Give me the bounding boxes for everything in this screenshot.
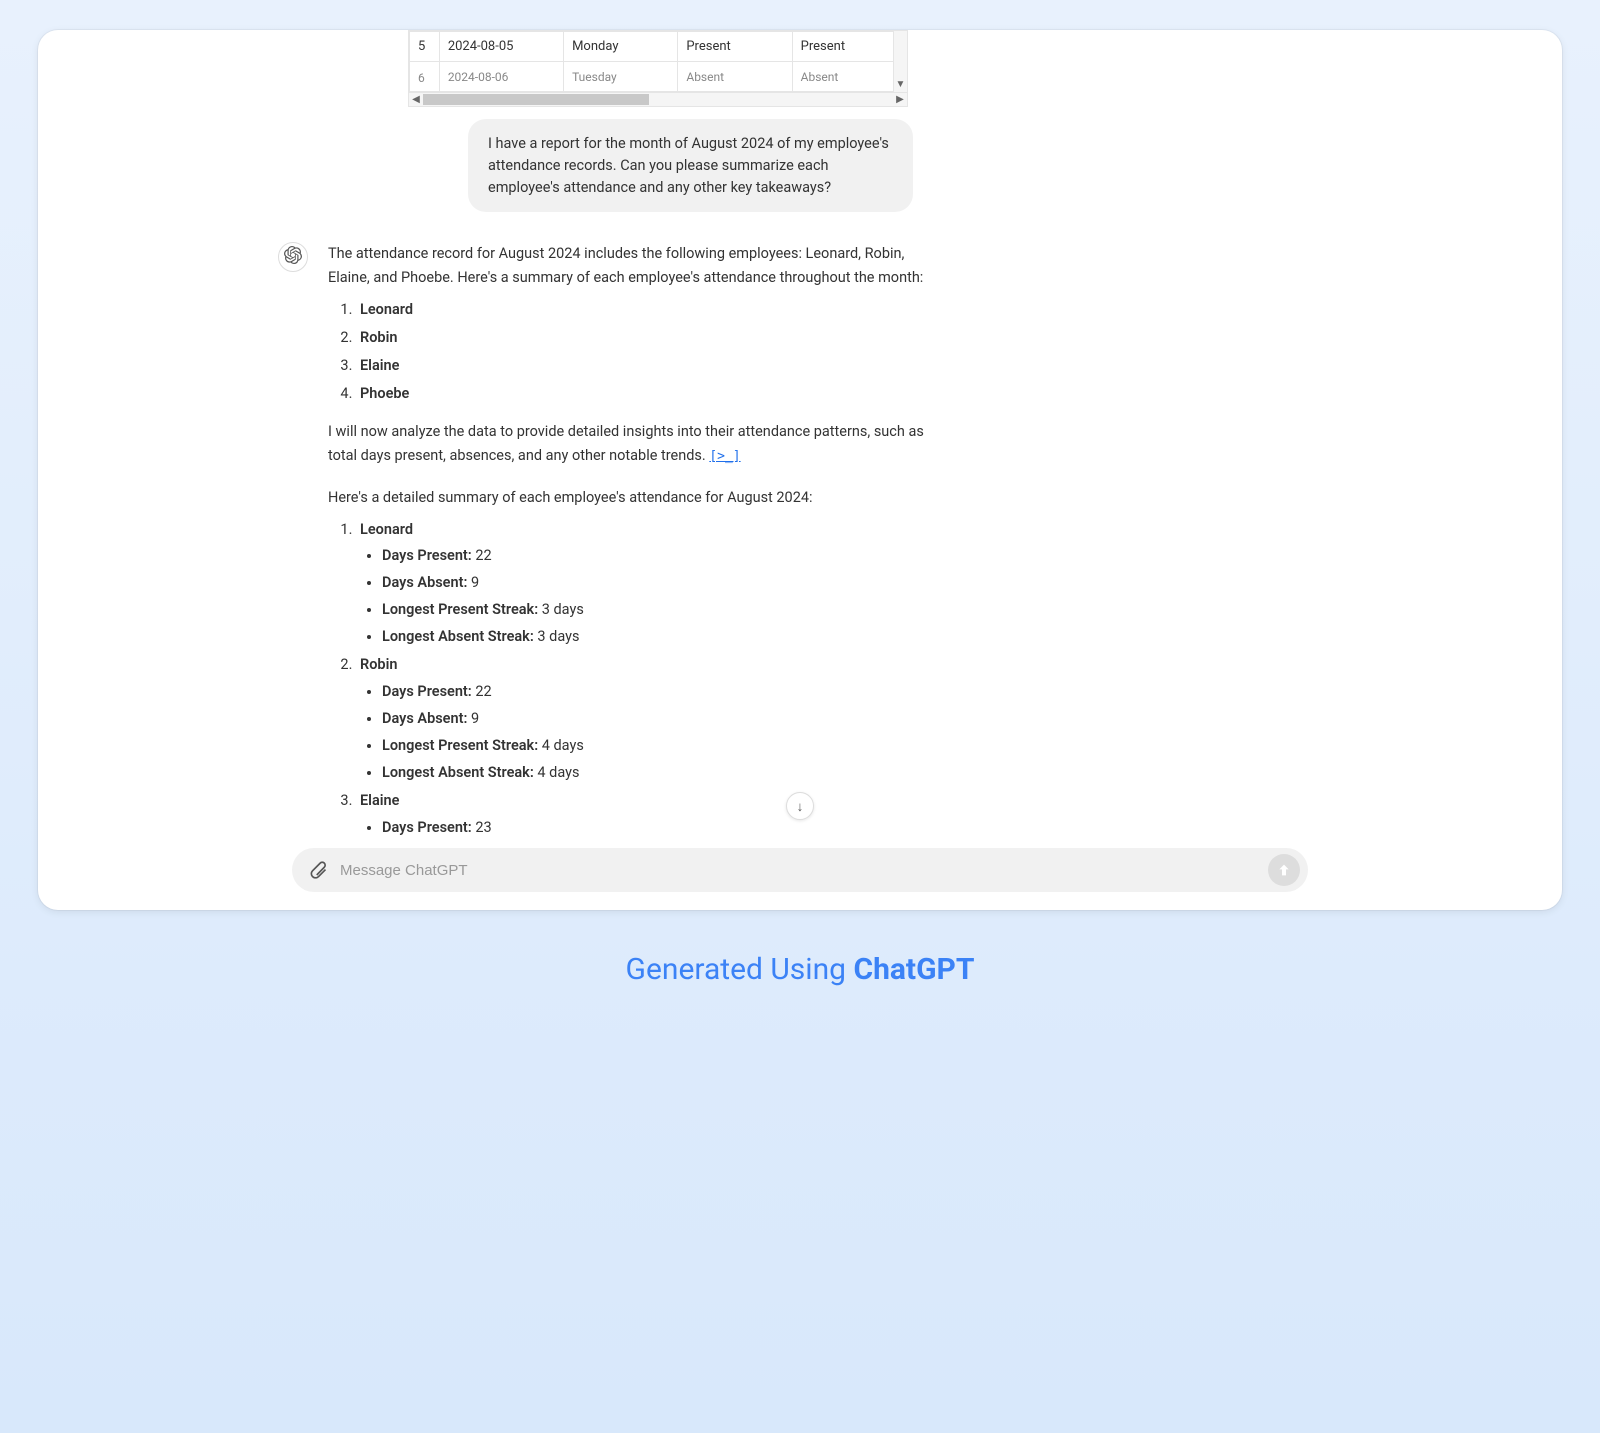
assistant-message: The attendance record for August 2024 in… <box>38 242 1562 853</box>
scroll-to-bottom-button[interactable]: ↓ <box>786 792 814 820</box>
user-message-text: I have a report for the month of August … <box>488 135 889 196</box>
stat-item: Days Absent: 9 <box>382 707 928 731</box>
arrow-down-icon: ↓ <box>797 799 804 814</box>
stat-item: Days Present: 22 <box>382 544 928 568</box>
scroll-thumb[interactable] <box>423 94 649 105</box>
stat-list: Days Present: 22 Days Absent: 9 Longest … <box>360 544 928 649</box>
employee-name-list: Leonard Robin Elaine Phoebe <box>328 298 928 406</box>
chevron-down-icon[interactable]: ▼ <box>896 79 906 92</box>
code-link[interactable]: [>_] <box>709 449 740 464</box>
employee-detail-list: Leonard Days Present: 22 Days Absent: 9 … <box>328 518 928 840</box>
chevron-right-icon[interactable]: ▶ <box>893 94 907 105</box>
analysis-note: I will now analyze the data to provide d… <box>328 420 928 468</box>
employee-detail-item: Leonard Days Present: 22 Days Absent: 9 … <box>356 518 928 650</box>
message-input-bar <box>292 848 1308 892</box>
scroll-track[interactable] <box>423 93 893 106</box>
attach-button[interactable] <box>308 860 328 880</box>
chevron-left-icon[interactable]: ◀ <box>409 94 423 105</box>
stat-item: Longest Absent Streak: 3 days <box>382 625 928 649</box>
stat-item: Days Present: 23 <box>382 816 928 840</box>
caption: Generated Using ChatGPT <box>38 952 1562 987</box>
list-item: Robin <box>356 326 928 350</box>
list-item: Elaine <box>356 354 928 378</box>
stat-item: Days Absent: 9 <box>382 571 928 595</box>
arrow-up-icon <box>1276 862 1292 878</box>
list-item: Phoebe <box>356 382 928 406</box>
message-input[interactable] <box>340 862 1256 879</box>
employee-detail-item: Robin Days Present: 22 Days Absent: 9 Lo… <box>356 653 928 785</box>
stat-item: Days Present: 22 <box>382 680 928 704</box>
app-card: 5 2024-08-05 Monday Present Present 6 20… <box>38 30 1562 910</box>
vertical-scrollbar[interactable]: ▼ <box>893 31 907 92</box>
cell-status: Absent <box>678 62 792 92</box>
table-row: 6 2024-08-06 Tuesday Absent Absent <box>410 62 907 92</box>
cell-idx: 6 <box>410 62 440 92</box>
stat-item: Longest Present Streak: 3 days <box>382 598 928 622</box>
stat-list: Days Present: 22 Days Absent: 9 Longest … <box>360 680 928 785</box>
caption-brand: ChatGPT <box>853 952 974 987</box>
cell-status: Absent <box>792 62 906 92</box>
user-message-bubble: I have a report for the month of August … <box>468 119 913 212</box>
paperclip-icon <box>308 860 328 880</box>
assistant-intro: The attendance record for August 2024 in… <box>328 242 928 290</box>
assistant-avatar <box>278 242 308 272</box>
cell-idx: 5 <box>410 32 440 62</box>
attendance-table: 5 2024-08-05 Monday Present Present 6 20… <box>408 30 908 107</box>
cell-day: Tuesday <box>564 62 678 92</box>
list-item: Leonard <box>356 298 928 322</box>
summary-intro: Here's a detailed summary of each employ… <box>328 486 928 510</box>
horizontal-scrollbar[interactable]: ◀ ▶ <box>409 92 907 106</box>
employee-detail-item: Elaine Days Present: 23 <box>356 789 928 840</box>
cell-date: 2024-08-05 <box>439 32 563 62</box>
cell-day: Monday <box>564 32 678 62</box>
stat-list: Days Present: 23 <box>360 816 928 840</box>
stat-item: Longest Present Streak: 4 days <box>382 734 928 758</box>
openai-logo-icon <box>284 246 302 268</box>
stat-item: Longest Absent Streak: 4 days <box>382 761 928 785</box>
cell-status: Present <box>792 32 906 62</box>
assistant-body: The attendance record for August 2024 in… <box>328 242 928 853</box>
table-row: 5 2024-08-05 Monday Present Present <box>410 32 907 62</box>
send-button[interactable] <box>1268 854 1300 886</box>
cell-date: 2024-08-06 <box>439 62 563 92</box>
cell-status: Present <box>678 32 792 62</box>
